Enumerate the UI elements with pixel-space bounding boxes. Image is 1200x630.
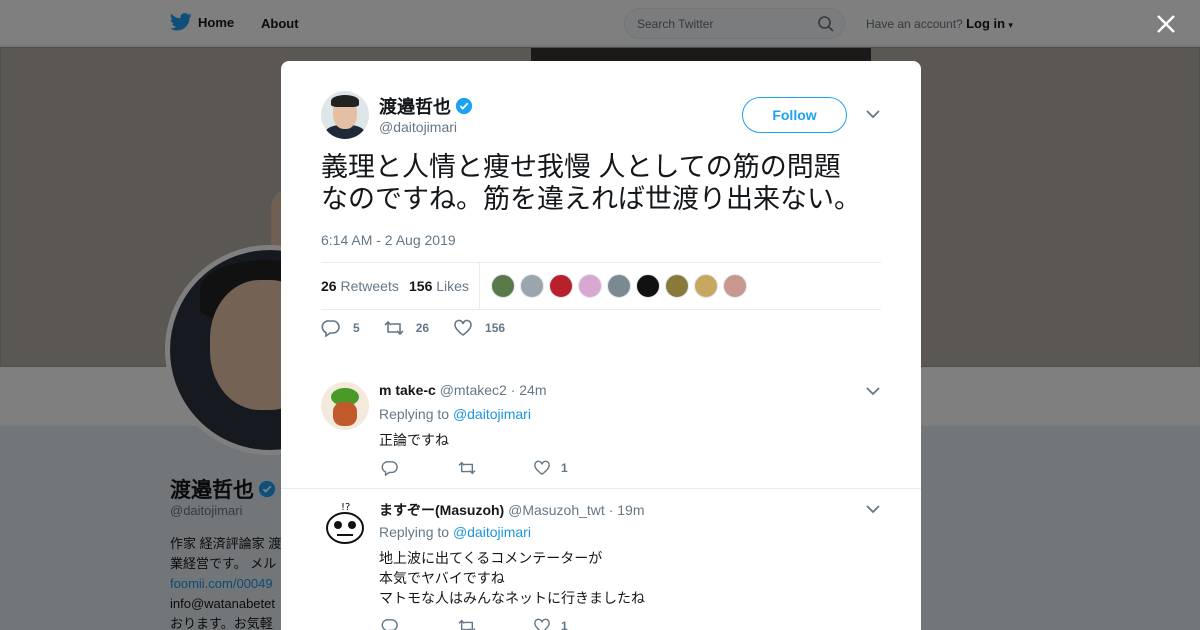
close-icon[interactable] xyxy=(1154,12,1178,36)
retweet-icon xyxy=(384,320,404,336)
reply-header: ますぞー(Masuzoh) @Masuzoh_twt · 19m xyxy=(379,500,645,520)
liker-avatar[interactable] xyxy=(665,274,689,298)
avatar-image: !? xyxy=(326,502,364,544)
liker-avatar[interactable] xyxy=(636,274,660,298)
tweet-timestamp[interactable]: 6:14 AM - 2 Aug 2019 xyxy=(321,232,456,248)
retweet-button[interactable]: 26 xyxy=(384,319,429,337)
reply-icon xyxy=(381,619,398,630)
like-button[interactable]: 1 xyxy=(533,460,609,476)
avatar-image xyxy=(333,402,357,426)
like-count: 156 xyxy=(485,321,506,335)
reply-actions: 1 xyxy=(381,460,609,476)
reply-time[interactable]: · 19m xyxy=(609,502,645,518)
svg-text:!?: !? xyxy=(341,502,350,513)
likes-stat[interactable]: 156 Likes xyxy=(409,278,469,294)
replying-to-prefix: Replying to xyxy=(379,524,450,540)
liker-avatar[interactable] xyxy=(694,274,718,298)
retweets-label: Retweets xyxy=(340,278,399,294)
replying-to-prefix: Replying to xyxy=(379,406,450,422)
liker-avatar[interactable] xyxy=(607,274,631,298)
reply-author-handle[interactable]: @Masuzoh_twt xyxy=(508,502,605,518)
reply-text: 正論ですね xyxy=(379,430,449,450)
reply-button[interactable] xyxy=(381,460,457,476)
heart-icon xyxy=(454,319,472,336)
retweet-icon xyxy=(458,619,476,630)
reply-icon xyxy=(321,320,340,337)
retweet-button[interactable] xyxy=(457,460,533,476)
liker-avatar[interactable] xyxy=(549,274,573,298)
reply-header: m take-c @mtakec2 · 24m xyxy=(379,382,547,398)
reply-author-name[interactable]: m take-c xyxy=(379,382,436,398)
retweet-count: 26 xyxy=(415,321,430,335)
tweet-actions: 5 26 156 xyxy=(321,319,529,337)
reply-author-handle[interactable]: @mtakec2 xyxy=(440,382,507,398)
retweet-button[interactable] xyxy=(457,618,533,630)
follow-button[interactable]: Follow xyxy=(742,97,847,133)
reply-button[interactable] xyxy=(381,618,457,630)
heart-icon xyxy=(534,618,550,630)
likes-count: 156 xyxy=(409,278,433,294)
reply-text-line: 本気でヤバイですね xyxy=(379,570,505,586)
liker-avatar[interactable] xyxy=(723,274,747,298)
author-name-text: 渡邉哲也 xyxy=(379,97,451,117)
chevron-down-icon[interactable] xyxy=(866,386,880,396)
reply-avatar[interactable] xyxy=(321,382,369,430)
like-count: 1 xyxy=(561,619,568,630)
reply-text-line: マトモな人はみんなネットに行きましたね xyxy=(379,590,645,606)
reply-actions: 1 xyxy=(381,618,609,630)
replying-to: Replying to @daitojimari xyxy=(379,524,531,540)
liker-avatar[interactable] xyxy=(491,274,515,298)
tweet-stats: 26 Retweets 156 Likes xyxy=(321,262,881,310)
chevron-down-icon[interactable] xyxy=(866,504,880,514)
tweet-text-line: なのですね。筋を違えれば世渡り出来ない。 xyxy=(321,184,861,214)
reply-avatar[interactable]: !? xyxy=(321,500,369,548)
like-button[interactable]: 1 xyxy=(533,618,609,630)
chevron-down-icon[interactable] xyxy=(866,109,880,119)
likes-label: Likes xyxy=(436,278,469,294)
reply-divider xyxy=(281,488,921,489)
reply-text: 地上波に出てくるコメンテーターが 本気でヤバイですね マトモな人はみんなネットに… xyxy=(379,548,645,608)
reply-text-line: 地上波に出てくるコメンテーターが xyxy=(379,550,603,566)
likers-avatars xyxy=(491,274,747,298)
heart-icon xyxy=(534,460,550,476)
tweet-text: 義理と人情と痩せ我慢 人としての筋の問題 なのですね。筋を違えれば世渡り出来ない… xyxy=(321,151,891,215)
reply-text-line: 正論ですね xyxy=(379,432,449,448)
retweets-count: 26 xyxy=(321,278,337,294)
retweet-icon xyxy=(458,461,476,475)
like-button[interactable]: 156 xyxy=(453,319,505,337)
author-handle[interactable]: @daitojimari xyxy=(379,119,457,135)
author-name[interactable]: 渡邉哲也 xyxy=(379,93,473,119)
reply-author-name[interactable]: ますぞー(Masuzoh) xyxy=(379,502,504,518)
author-avatar[interactable] xyxy=(321,91,369,139)
liker-avatar[interactable] xyxy=(520,274,544,298)
reply-time[interactable]: · 24m xyxy=(511,382,547,398)
reply-icon xyxy=(381,461,398,476)
stats-divider xyxy=(479,263,480,310)
like-count: 1 xyxy=(561,461,568,475)
reply-count: 5 xyxy=(353,321,360,335)
avatar-hair xyxy=(331,95,359,107)
replying-to-link[interactable]: @daitojimari xyxy=(453,524,531,540)
verified-badge-icon xyxy=(455,97,473,115)
liker-avatar[interactable] xyxy=(578,274,602,298)
tweet-text-line: 義理と人情と痩せ我慢 人としての筋の問題 xyxy=(321,152,841,182)
tweet-modal: 渡邉哲也 @daitojimari Follow 義理と人情と痩せ我慢 人として… xyxy=(281,61,921,630)
replying-to-link[interactable]: @daitojimari xyxy=(453,406,531,422)
replying-to: Replying to @daitojimari xyxy=(379,406,531,422)
retweets-stat[interactable]: 26 Retweets xyxy=(321,278,399,294)
reply-button[interactable]: 5 xyxy=(321,319,360,337)
